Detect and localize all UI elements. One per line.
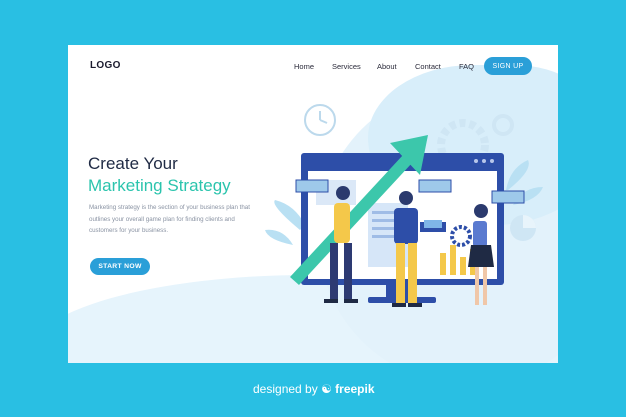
hero-title-line2: Marketing Strategy [88,176,231,195]
nav-faq[interactable]: FAQ [459,62,474,71]
hero-description: Marketing strategy is the section of you… [89,204,250,234]
nav-home[interactable]: Home [294,62,314,71]
footer-credit[interactable]: designed by ☯ freepik [253,382,375,396]
pie-chart-icon [510,215,536,241]
credit-brand: freepik [335,382,375,396]
freepik-logo-icon: ☯ [321,382,332,396]
hero-title-line1: Create Your [88,154,178,173]
nav-contact[interactable]: Contact [415,62,441,71]
logo[interactable]: LOGO [90,60,121,71]
start-now-button[interactable]: START NOW [90,258,150,275]
clock-icon [304,104,336,136]
nav-about[interactable]: About [377,62,397,71]
nav-services[interactable]: Services [332,62,361,71]
sign-up-button[interactable]: SIGN UP [484,57,532,75]
landing-card: LOGO Home Services About Contact FAQ SIG… [68,45,558,363]
credit-prefix: designed by [253,382,318,396]
